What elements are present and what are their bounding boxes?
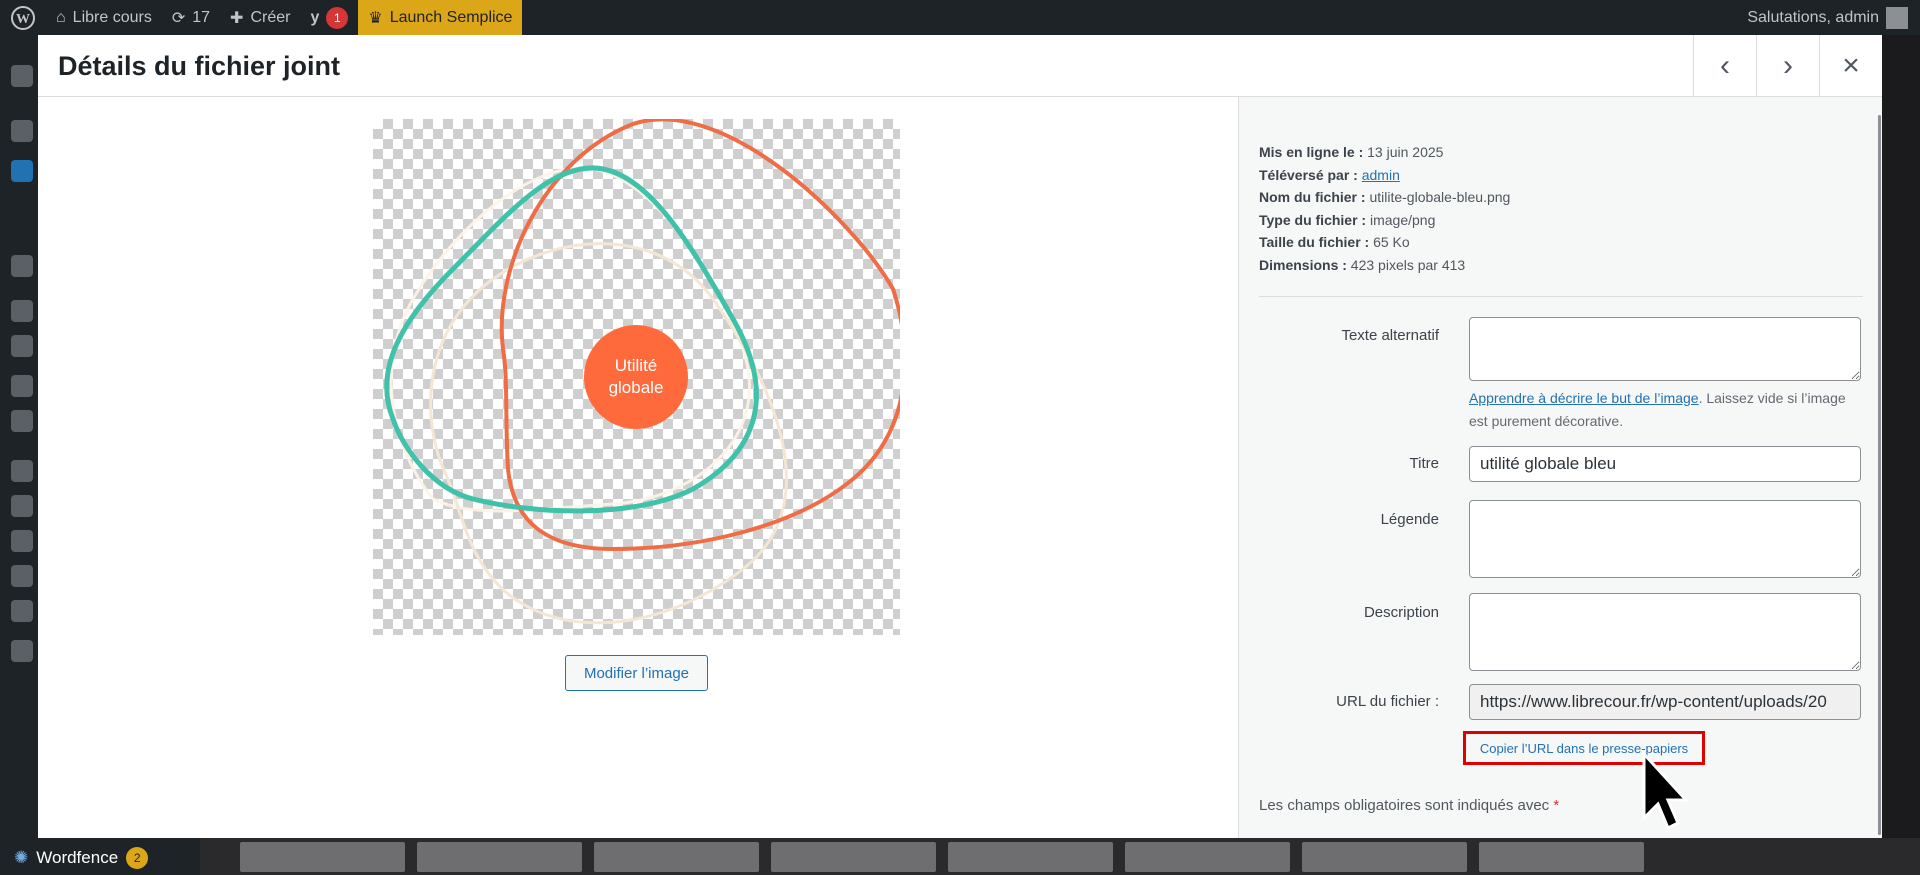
title-input[interactable] bbox=[1469, 446, 1861, 482]
image-text-line2: globale bbox=[609, 378, 664, 397]
media-thumbnail[interactable] bbox=[240, 841, 405, 872]
media-icon[interactable] bbox=[11, 160, 33, 182]
uploaded-by: Téléversé par : admin bbox=[1259, 167, 1400, 183]
close-icon: × bbox=[1842, 49, 1860, 82]
mail-icon[interactable] bbox=[11, 410, 33, 432]
caption-input[interactable] bbox=[1469, 500, 1861, 578]
chevron-left-icon: ‹ bbox=[1720, 49, 1730, 82]
svg-text:W: W bbox=[16, 12, 30, 27]
my-account-menu[interactable]: Salutations, admin bbox=[1737, 0, 1920, 35]
appearance-icon[interactable] bbox=[11, 460, 33, 482]
list-icon[interactable] bbox=[11, 375, 33, 397]
settings-icon[interactable] bbox=[11, 600, 33, 622]
title-label: Titre bbox=[1409, 455, 1439, 472]
add-icon[interactable] bbox=[11, 300, 33, 322]
uploaded-on: Mis en ligne le : 13 juin 2025 bbox=[1259, 144, 1444, 160]
dimensions: Dimensions : 423 pixels par 413 bbox=[1259, 257, 1466, 273]
wordpress-logo-icon[interactable]: W bbox=[0, 0, 46, 35]
launch-semplice-button[interactable]: ♛ Launch Semplice bbox=[358, 0, 523, 35]
users-icon[interactable] bbox=[11, 530, 33, 552]
refresh-icon: ⟳ bbox=[171, 9, 186, 27]
attachment-info-panel: Mis en ligne le : 13 juin 2025 Téléversé… bbox=[1238, 97, 1882, 838]
image-text-line1: Utilité bbox=[615, 356, 658, 375]
sidebar-item-wordfence[interactable]: ✺ Wordfence 2 bbox=[14, 847, 149, 869]
yoast-sidebar-icon[interactable] bbox=[11, 640, 33, 662]
description-input[interactable] bbox=[1469, 593, 1861, 671]
alt-text-input[interactable] bbox=[1469, 317, 1861, 381]
alt-text-help: Apprendre à décrire le but de l’image. L… bbox=[1469, 390, 1846, 429]
pin-icon[interactable] bbox=[11, 120, 33, 142]
edit-image-button[interactable]: Modifier l’image bbox=[565, 655, 708, 691]
chevron-right-icon: › bbox=[1783, 49, 1793, 82]
attachment-details-modal: Détails du fichier joint ‹ › × Utilité g… bbox=[38, 35, 1882, 838]
site-name-link[interactable]: ⌂ Libre cours bbox=[46, 0, 162, 35]
semplice-icon: ♛ bbox=[368, 9, 383, 27]
updates-link[interactable]: ⟳ 17 bbox=[162, 0, 220, 35]
page-icon[interactable] bbox=[11, 255, 33, 277]
mouse-cursor-icon bbox=[1640, 750, 1690, 843]
plugins-icon[interactable] bbox=[11, 495, 33, 517]
file-type: Type du fichier : image/png bbox=[1259, 212, 1436, 228]
media-thumbnail[interactable] bbox=[417, 841, 582, 872]
plus-icon: ✚ bbox=[230, 9, 244, 27]
alt-text-help-link[interactable]: Apprendre à décrire le but de l’image bbox=[1469, 390, 1699, 406]
close-button[interactable]: × bbox=[1819, 35, 1882, 97]
yoast-menu[interactable]: y 1 bbox=[300, 0, 358, 35]
avatar bbox=[1886, 6, 1908, 29]
wordfence-icon: ✺ bbox=[14, 848, 29, 867]
home-icon: ⌂ bbox=[56, 8, 66, 26]
required-fields-note: Les champs obligatoires sont indiqués av… bbox=[1259, 797, 1560, 814]
yoast-count-badge: 1 bbox=[326, 6, 349, 29]
media-thumbnail[interactable] bbox=[948, 841, 1113, 872]
dashboard-icon[interactable] bbox=[11, 65, 33, 87]
media-thumbnail[interactable] bbox=[1479, 841, 1644, 872]
yoast-icon: y bbox=[310, 8, 320, 26]
file-name: Nom du fichier : utilite-globale-bleu.pn… bbox=[1259, 189, 1511, 205]
caption-label: Légende bbox=[1380, 511, 1439, 528]
description-label: Description bbox=[1363, 604, 1439, 621]
admin-bar: W ⌂ Libre cours ⟳ 17 ✚ Créer y 1 ♛ Launc… bbox=[0, 0, 1920, 35]
next-button[interactable]: › bbox=[1756, 35, 1819, 97]
media-thumbnail[interactable] bbox=[594, 841, 759, 872]
file-url-label: URL du fichier : bbox=[1336, 693, 1439, 710]
details-scrollbar[interactable] bbox=[1878, 115, 1881, 835]
new-content-link[interactable]: ✚ Créer bbox=[220, 0, 300, 35]
media-thumbnail[interactable] bbox=[1125, 841, 1290, 872]
attachment-image: Utilité globale bbox=[373, 119, 900, 635]
previous-button[interactable]: ‹ bbox=[1693, 35, 1756, 97]
media-thumbnail[interactable] bbox=[771, 841, 936, 872]
file-url-input[interactable] bbox=[1469, 684, 1861, 720]
uploaded-by-link[interactable]: admin bbox=[1362, 167, 1400, 183]
file-size: Taille du fichier : 65 Ko bbox=[1259, 234, 1410, 250]
wordfence-count-badge: 2 bbox=[126, 847, 149, 869]
media-library-thumbnails bbox=[200, 838, 1920, 875]
media-preview-area: Utilité globale Modifier l’image bbox=[38, 97, 1238, 838]
media-thumbnail[interactable] bbox=[1302, 841, 1467, 872]
divider bbox=[1259, 296, 1863, 297]
modal-title: Détails du fichier joint bbox=[58, 51, 341, 81]
tools-icon[interactable] bbox=[11, 565, 33, 587]
modal-header: Détails du fichier joint ‹ › × bbox=[38, 35, 1882, 97]
gallery-icon[interactable] bbox=[11, 335, 33, 357]
alt-text-label: Texte alternatif bbox=[1341, 327, 1439, 344]
